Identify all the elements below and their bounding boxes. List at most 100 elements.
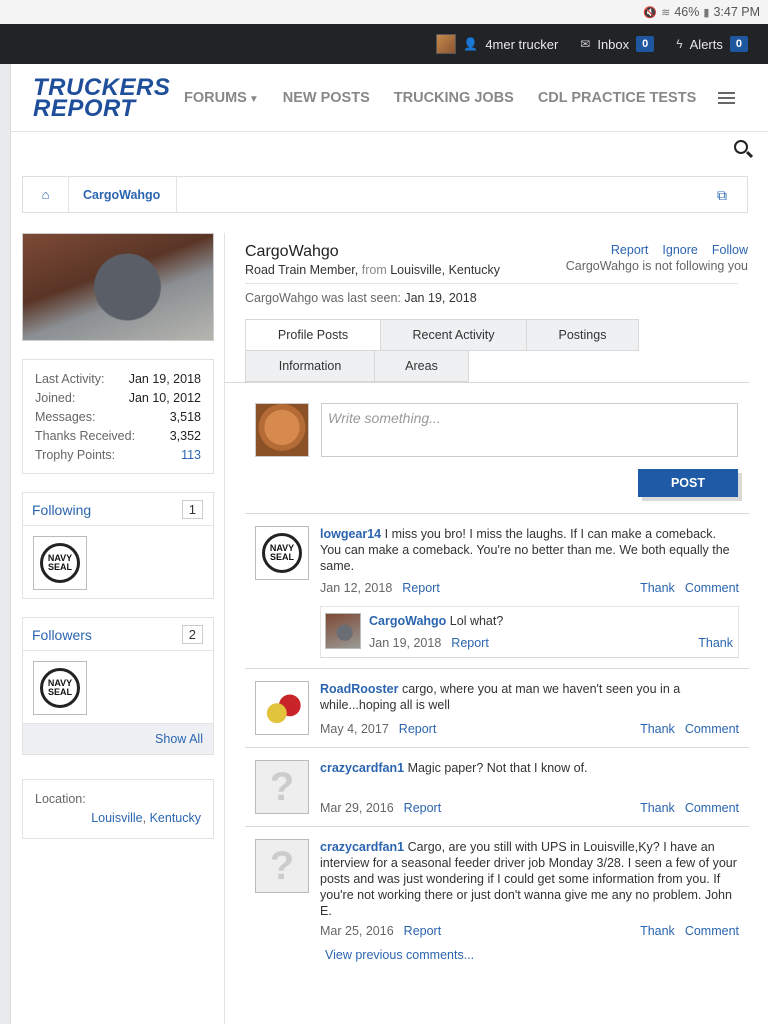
stat-messages: Messages: 3,518: [35, 408, 201, 427]
seal-logo: NAVY SEAL: [262, 533, 302, 573]
stat-value: 3,352: [169, 429, 201, 443]
followers-header: Followers 2: [23, 618, 213, 651]
report-link[interactable]: Report: [404, 800, 442, 816]
location-state-link[interactable]: Kentucky: [150, 811, 201, 825]
report-link[interactable]: Report: [402, 580, 440, 596]
trophy-points-link[interactable]: 113: [181, 446, 201, 465]
nav-trucking-jobs[interactable]: TRUCKING JOBS: [394, 90, 514, 106]
follow-link[interactable]: Follow: [712, 243, 748, 257]
inbox-button[interactable]: ✉ Inbox 0: [580, 36, 655, 52]
thank-link[interactable]: Thank: [698, 636, 733, 650]
tab-recent-activity[interactable]: Recent Activity: [381, 320, 527, 351]
stat-value: Jan 10, 2012: [128, 391, 201, 405]
home-icon[interactable]: ⌂: [23, 177, 69, 212]
default-avatar[interactable]: ?: [255, 839, 309, 893]
hamburger-menu-icon[interactable]: [718, 89, 736, 107]
thank-link[interactable]: Thank: [640, 801, 675, 815]
username[interactable]: 4mer trucker: [485, 37, 558, 52]
thank-link[interactable]: Thank: [640, 722, 675, 736]
followers-title[interactable]: Followers: [32, 627, 92, 643]
post-text: Magic paper? Not that I know of.: [407, 761, 588, 775]
comment-item: CargoWahgo Lol what? Jan 19, 2018 Report …: [320, 606, 739, 658]
comment-actions: Thank: [688, 635, 733, 651]
commenter-avatar[interactable]: [325, 613, 361, 649]
chevron-down-icon: ▼: [248, 93, 259, 105]
poster-name-link[interactable]: lowgear14: [320, 527, 381, 541]
profile-photo[interactable]: [22, 233, 214, 341]
write-something-input[interactable]: Write something...: [321, 403, 738, 457]
report-link[interactable]: Report: [611, 243, 649, 257]
poster-name-link[interactable]: crazycardfan1: [320, 840, 404, 854]
alerts-button[interactable]: ϟ Alerts 0: [676, 36, 748, 52]
last-seen-date: Jan 19, 2018: [404, 291, 477, 305]
location-city-link[interactable]: Louisville: [91, 811, 142, 825]
stat-joined: Joined: Jan 10, 2012: [35, 389, 201, 408]
site-logo[interactable]: TRUCKERS REPORT: [33, 75, 170, 120]
post-meta: Jan 12, 2018 Report Thank Comment: [320, 580, 739, 596]
post-body: crazycardfan1 Cargo, are you still with …: [320, 839, 739, 963]
post-date: Mar 29, 2016: [320, 801, 394, 815]
sitemap-icon[interactable]: ⧉: [717, 187, 727, 204]
page-container: TRUCKERS REPORT FORUMS ▼ NEW POSTS TRUCKI…: [10, 64, 768, 1024]
report-link[interactable]: Report: [399, 721, 437, 737]
default-avatar[interactable]: ?: [255, 760, 309, 814]
follow-status: CargoWahgo is not following you: [565, 259, 748, 273]
post-meta: Mar 29, 2016 Report Thank Comment: [320, 800, 739, 816]
following-header: Following 1: [23, 493, 213, 526]
poster-name-link[interactable]: RoadRooster: [320, 682, 398, 696]
comment-link[interactable]: Comment: [685, 801, 739, 815]
my-avatar[interactable]: [255, 403, 309, 457]
poster-name-link[interactable]: crazycardfan1: [320, 761, 404, 775]
follower-avatar[interactable]: NAVY SEAL: [33, 661, 87, 715]
nav-new-posts[interactable]: NEW POSTS: [283, 90, 370, 106]
commenter-name-link[interactable]: CargoWahgo: [369, 614, 446, 628]
report-link[interactable]: Report: [451, 635, 489, 651]
poster-avatar[interactable]: [255, 681, 309, 735]
nav-forums[interactable]: FORUMS ▼: [184, 90, 259, 106]
ignore-link[interactable]: Ignore: [662, 243, 697, 257]
user-avatar[interactable]: [436, 34, 457, 54]
tab-information[interactable]: Information: [246, 351, 375, 382]
profile-post: ? crazycardfan1 Magic paper? Not that I …: [245, 747, 749, 826]
nav-cdl-practice-tests[interactable]: CDL PRACTICE TESTS: [538, 90, 696, 106]
thank-link[interactable]: Thank: [640, 581, 675, 595]
post-meta: Mar 25, 2016 Report Thank Comment: [320, 923, 739, 939]
profile-sidebar: Last Activity: Jan 19, 2018 Joined: Jan 10…: [22, 233, 214, 839]
show-all-link[interactable]: Show All: [23, 723, 213, 754]
thank-link[interactable]: Thank: [640, 924, 675, 938]
post-body: lowgear14 I miss you bro! I miss the lau…: [320, 526, 739, 658]
stat-value: 3,518: [169, 410, 201, 424]
member-location-link[interactable]: Louisville, Kentucky: [390, 263, 500, 277]
comment-link[interactable]: Comment: [685, 924, 739, 938]
seal-logo: NAVY SEAL: [40, 543, 80, 583]
following-avatar[interactable]: NAVY SEAL: [33, 536, 87, 590]
post-button[interactable]: POST: [638, 469, 738, 497]
main-nav: FORUMS ▼ NEW POSTS TRUCKING JOBS CDL PRAC…: [184, 90, 696, 106]
location-label: Location:: [35, 792, 86, 806]
location-values: Louisville, Kentucky: [91, 811, 201, 825]
comment-link[interactable]: Comment: [685, 581, 739, 595]
stat-last-activity: Last Activity: Jan 19, 2018: [35, 370, 201, 389]
alerts-label: Alerts: [689, 36, 723, 52]
stat-label: Joined:: [35, 391, 76, 405]
poster-avatar[interactable]: NAVY SEAL: [255, 526, 309, 580]
report-link[interactable]: Report: [404, 923, 442, 939]
view-previous-comments-link[interactable]: View previous comments...: [325, 947, 739, 963]
tab-profile-posts[interactable]: Profile Posts: [246, 320, 381, 351]
last-seen-label: CargoWahgo was last seen:: [245, 291, 401, 305]
breadcrumb-current[interactable]: CargoWahgo: [69, 177, 178, 212]
comment-link[interactable]: Comment: [685, 722, 739, 736]
post-actions: Thank Comment: [630, 800, 739, 816]
stat-label: Thanks Received:: [35, 429, 136, 443]
inbox-count-badge: 0: [636, 36, 655, 52]
comment-text: Lol what?: [449, 614, 504, 628]
search-icon[interactable]: [734, 140, 748, 154]
tab-areas[interactable]: Areas: [375, 351, 469, 382]
stat-value: Jan 19, 2018: [128, 372, 201, 386]
post-date: Jan 12, 2018: [320, 581, 393, 595]
post-body: RoadRooster cargo, where you at man we h…: [320, 681, 739, 737]
user-menu[interactable]: 👤 4mer trucker: [436, 34, 558, 54]
profile-posts-list: NAVY SEAL lowgear14 I miss you bro! I mi…: [245, 513, 749, 973]
following-title[interactable]: Following: [32, 502, 91, 518]
tab-postings[interactable]: Postings: [527, 320, 639, 351]
